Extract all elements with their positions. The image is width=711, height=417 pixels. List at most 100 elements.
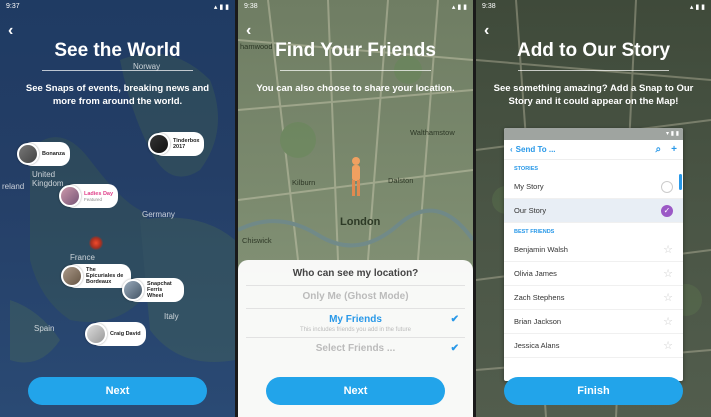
friend-row[interactable]: Benjamin Walsh ☆ xyxy=(504,238,683,262)
next-button[interactable]: Next xyxy=(266,377,445,405)
map-background xyxy=(10,53,235,363)
snap-pin-label: Bonanza xyxy=(42,151,65,157)
map-label: Norway xyxy=(133,62,161,71)
star-icon[interactable]: ☆ xyxy=(663,243,673,256)
snap-thumbnail xyxy=(17,143,39,165)
map-label: Chiswick xyxy=(242,236,272,245)
send-to-header: ‹ Send To ... ⌕ + xyxy=(504,140,683,160)
map-label: reland xyxy=(2,182,25,191)
finish-button[interactable]: Finish xyxy=(504,377,683,405)
page-title: Add to Our Story xyxy=(516,40,671,61)
map-label: Walthamstow xyxy=(410,128,455,137)
friend-row[interactable]: Olivia James ☆ xyxy=(504,262,683,286)
status-time: 9:38 xyxy=(244,3,258,10)
map-label: London xyxy=(340,216,381,228)
checkmark-icon: ✔ xyxy=(450,343,459,354)
bitmoji-avatar-icon xyxy=(352,157,360,196)
star-icon[interactable]: ☆ xyxy=(663,267,673,280)
snap-pin[interactable]: Ladies Day Featured xyxy=(59,184,119,208)
map-label: Kilburn xyxy=(292,178,316,187)
star-icon[interactable]: ☆ xyxy=(663,339,673,352)
section-stories: STORIES xyxy=(514,166,539,172)
friend-row[interactable]: Brian Jackson ☆ xyxy=(504,310,683,334)
snap-pin-label: Snapchat Ferris Wheel xyxy=(147,281,172,299)
card-status-bar: ▾ ▮ ▮ xyxy=(504,128,683,140)
panel-find-your-friends: 9:38 ▴ ▮ ▮ ‹ Find Your Friends You can a… xyxy=(238,0,473,417)
row-label: Brian Jackson xyxy=(514,317,562,326)
snap-pin-label: The Epicuriales de Bordeaux xyxy=(86,267,124,285)
row-label: My Story xyxy=(514,182,544,191)
star-icon[interactable]: ☆ xyxy=(663,315,673,328)
snap-thumbnail xyxy=(85,323,107,345)
sheet-question: Who can see my location? xyxy=(292,268,419,279)
title-divider xyxy=(42,70,193,71)
option-ghost-mode[interactable]: Only Me (Ghost Mode) xyxy=(238,286,473,308)
panel-see-the-world: 9:37 ▴ ▮ ▮ ‹ See the World See Snaps of … xyxy=(0,0,235,417)
snap-pin[interactable]: Bonanza xyxy=(17,142,70,166)
status-icons: ▴ ▮ ▮ xyxy=(689,4,705,11)
snap-thumbnail xyxy=(148,133,170,155)
back-chevron-icon[interactable]: ‹ xyxy=(510,145,513,154)
snap-pin[interactable]: The Epicuriales de Bordeaux xyxy=(61,264,131,288)
page-subtitle: You can also choose to share your locati… xyxy=(256,83,455,94)
snap-pin-label: Craig David xyxy=(110,331,141,337)
status-icons: ▴ ▮ ▮ xyxy=(213,4,229,11)
status-bar: 9:37 ▴ ▮ ▮ xyxy=(0,0,235,14)
status-bar: 9:38 ▴ ▮ ▮ xyxy=(238,0,473,14)
row-label: Benjamin Walsh xyxy=(514,245,568,254)
title-divider xyxy=(518,70,669,71)
row-label: Our Story xyxy=(514,206,547,215)
friend-row[interactable]: Zach Stephens ☆ xyxy=(504,286,683,310)
row-label: Olivia James xyxy=(514,269,557,278)
map-label: hamwood xyxy=(240,42,273,51)
panel-add-to-our-story: 9:38 ▴ ▮ ▮ ‹ Add to Our Story See someth… xyxy=(476,0,711,417)
map-label: Germany xyxy=(142,210,175,219)
snap-pin-text: Ladies Day Featured xyxy=(84,191,113,202)
snap-pin-label: Tinderbox 2017 xyxy=(173,138,200,150)
send-to-card: ▾ ▮ ▮ ‹ Send To ... ⌕ + STORIES My Story… xyxy=(504,128,683,381)
map-label: Dalston xyxy=(388,176,414,185)
select-circle-icon[interactable] xyxy=(661,180,673,193)
page-title: Find Your Friends xyxy=(275,40,436,61)
snap-pin[interactable]: Craig David xyxy=(85,322,146,346)
option-my-friends[interactable]: My Friends ✔ xyxy=(238,309,473,331)
snap-pin[interactable]: Tinderbox 2017 xyxy=(148,132,204,156)
next-button[interactable]: Next xyxy=(28,377,207,405)
send-to-title: Send To ... xyxy=(515,145,556,154)
option-label: Only Me (Ghost Mode) xyxy=(302,291,409,302)
row-label: Zach Stephens xyxy=(514,293,565,302)
option-label: Select Friends ... xyxy=(315,343,396,354)
snap-thumbnail xyxy=(61,265,83,287)
onboarding-panels: 9:37 ▴ ▮ ▮ ‹ See the World See Snaps of … xyxy=(0,0,711,417)
search-icon[interactable]: ⌕ xyxy=(656,144,662,155)
snap-pin[interactable]: Snapchat Ferris Wheel xyxy=(122,278,184,302)
friend-row[interactable]: Jessica Alans ☆ xyxy=(504,334,683,358)
map-label: France xyxy=(70,253,95,262)
page-subtitle: See Snaps of events, breaking news and m… xyxy=(25,83,210,107)
status-icons: ▴ ▮ ▮ xyxy=(451,4,467,11)
add-friend-icon[interactable]: + xyxy=(671,144,677,155)
map-label: Spain xyxy=(34,324,55,333)
heatmap-dot xyxy=(89,236,103,250)
selected-check-icon[interactable]: ✓ xyxy=(661,204,673,217)
back-button[interactable]: ‹ xyxy=(246,22,251,40)
back-button[interactable]: ‹ xyxy=(8,22,13,40)
snap-pin-sublabel: Featured xyxy=(84,196,103,202)
section-best-friends: BEST FRIENDS xyxy=(514,229,555,235)
story-row-our-story[interactable]: Our Story ✓ xyxy=(504,199,683,223)
snap-pin-label: Ladies Day xyxy=(84,190,114,197)
status-time: 9:37 xyxy=(6,3,20,10)
option-select-friends[interactable]: Select Friends ... ✔ xyxy=(238,338,473,360)
page-title: See the World xyxy=(54,40,181,61)
snap-thumbnail xyxy=(122,279,144,301)
title-divider xyxy=(280,70,431,71)
status-time: 9:38 xyxy=(482,3,496,10)
map-label: Italy xyxy=(164,312,179,321)
status-bar: 9:38 ▴ ▮ ▮ xyxy=(476,0,711,14)
back-button[interactable]: ‹ xyxy=(484,22,489,40)
page-subtitle: See something amazing? Add a Snap to Our… xyxy=(493,83,694,107)
checkmark-icon: ✔ xyxy=(450,314,459,325)
snap-thumbnail xyxy=(59,185,81,207)
star-icon[interactable]: ☆ xyxy=(663,291,673,304)
story-row-my-story[interactable]: My Story xyxy=(504,175,683,199)
